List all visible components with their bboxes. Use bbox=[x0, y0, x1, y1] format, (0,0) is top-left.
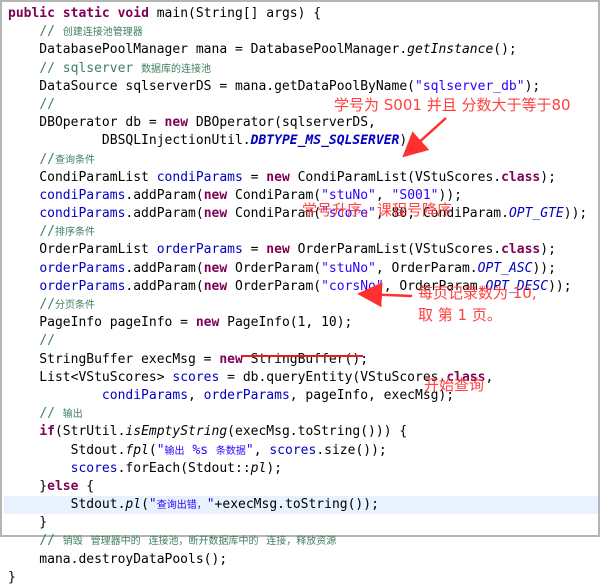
code-line-9: //查询条件 bbox=[39, 151, 95, 167]
code-line-30: // 销毁 管理器中的 连接池，断开数据库中的 连接，释放资源 bbox=[39, 533, 337, 549]
query-underline bbox=[241, 355, 363, 357]
code-line-22: condiParams, orderParams, pageInfo, exec… bbox=[101, 387, 455, 403]
code-line-23: // 输出 bbox=[39, 406, 83, 422]
code-line-13: //排序条件 bbox=[39, 224, 95, 240]
code-line-18: PageInfo pageInfo = new PageInfo(1, 10); bbox=[8, 315, 353, 331]
code-line-29: } bbox=[8, 515, 48, 531]
annotation-query: 开始查询 bbox=[424, 376, 485, 394]
code-line-8: DBSQLInjectionUtil.DBTYPE_MS_SQLSERVER); bbox=[8, 133, 416, 149]
code-line-20: StringBuffer execMsg = new StringBuffer(… bbox=[8, 351, 369, 367]
code-line-24: if(StrUtil.isEmptyString(execMsg.toStrin… bbox=[39, 424, 408, 440]
code-line-32: } bbox=[8, 569, 16, 585]
code-line-27: }else { bbox=[8, 478, 95, 494]
annotation-filter: 学号为 S001 并且 分数大于等于80 bbox=[334, 96, 571, 114]
code-line-4: // sqlserver 数据库的连接池 bbox=[39, 60, 212, 76]
code-line-31: mana.destroyDataPools(); bbox=[8, 551, 228, 567]
code-editor-frame: public static void main(String[] args) {… bbox=[0, 0, 600, 585]
code-line-15: orderParams.addParam(new OrderParam("stu… bbox=[39, 260, 556, 276]
code-line-10: CondiParamList condiParams = new CondiPa… bbox=[8, 169, 556, 185]
code-line-21: List<VStuScores> scores = db.queryEntity… bbox=[8, 369, 494, 385]
code-line-19: // bbox=[39, 333, 55, 349]
code-line-28: Stdout.pl("查询出错，"+execMsg.toString()); bbox=[4, 496, 598, 515]
code-line-26: scores.forEach(Stdout::pl); bbox=[70, 460, 282, 476]
code-line-2: // 创建连接池管理器 bbox=[39, 24, 143, 40]
code-line-14: OrderParamList orderParams = new OrderPa… bbox=[8, 242, 556, 258]
code-line-3: DatabasePoolManager mana = DatabasePoolM… bbox=[8, 42, 517, 58]
annotation-order: 学号升序，课程号降序 bbox=[302, 201, 453, 219]
annotation-paging-line2: 取 第 1 页。 bbox=[418, 306, 502, 324]
code-line-1: public static void main(String[] args) { bbox=[8, 6, 322, 21]
code-line-25: Stdout.fpl("输出 %s 条数据", scores.size()); bbox=[8, 442, 387, 458]
code-line-7: DBOperator db = new DBOperator(sqlserver… bbox=[8, 115, 376, 131]
annotation-paging-line1: 每页记录数为 10, bbox=[418, 284, 537, 302]
